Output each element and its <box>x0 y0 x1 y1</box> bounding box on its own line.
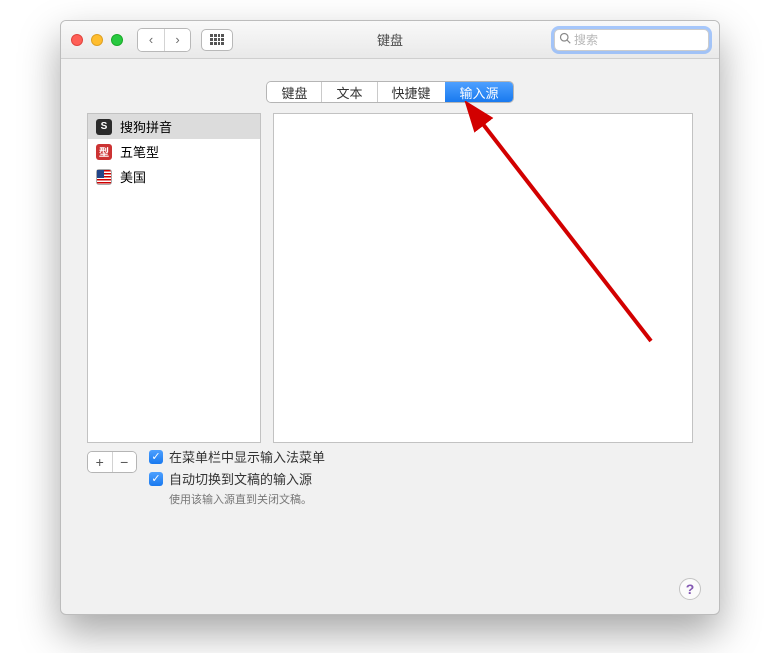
options-area: ✓ 在菜单栏中显示输入法菜单 ✓ 自动切换到文稿的输入源 使用该输入源直到关闭文… <box>149 447 325 507</box>
checkmark-icon: ✓ <box>149 472 163 486</box>
nav-forward-button[interactable]: › <box>164 29 190 51</box>
auto-switch-checkbox[interactable]: ✓ 自动切换到文稿的输入源 <box>149 469 325 488</box>
wubi-icon: 型 <box>96 144 112 160</box>
remove-source-button[interactable]: − <box>112 452 137 472</box>
content-area: 键盘 文本 快捷键 输入源 S 搜狗拼音 型 五笔型 美国 <box>61 59 719 523</box>
add-remove-control: + − <box>87 451 137 473</box>
zoom-window-button[interactable] <box>111 34 123 46</box>
nav-back-forward: ‹ › <box>137 28 191 52</box>
show-in-menu-bar-checkbox[interactable]: ✓ 在菜单栏中显示输入法菜单 <box>149 447 325 466</box>
input-sources-split: S 搜狗拼音 型 五笔型 美国 <box>87 113 693 443</box>
tab-text[interactable]: 文本 <box>321 82 376 102</box>
input-source-list[interactable]: S 搜狗拼音 型 五笔型 美国 <box>87 113 261 443</box>
us-flag-icon <box>96 169 112 185</box>
tab-shortcuts[interactable]: 快捷键 <box>377 82 445 102</box>
input-source-label: 搜狗拼音 <box>120 117 172 136</box>
titlebar: ‹ › 键盘 ✕ <box>61 21 719 59</box>
checkbox-label: 在菜单栏中显示输入法菜单 <box>169 447 325 466</box>
input-source-label: 美国 <box>120 167 146 186</box>
checkmark-icon: ✓ <box>149 450 163 464</box>
input-source-row[interactable]: 美国 <box>88 164 260 189</box>
add-source-button[interactable]: + <box>88 452 112 472</box>
search-input[interactable] <box>574 31 720 49</box>
input-source-row[interactable]: 型 五笔型 <box>88 139 260 164</box>
tab-label: 快捷键 <box>392 83 431 102</box>
tab-segmented-control: 键盘 文本 快捷键 输入源 <box>266 81 513 103</box>
minimize-window-button[interactable] <box>91 34 103 46</box>
tab-keyboard[interactable]: 键盘 <box>267 82 321 102</box>
tab-label: 输入源 <box>460 83 499 102</box>
help-button[interactable]: ? <box>679 578 701 600</box>
auto-switch-note: 使用该输入源直到关闭文稿。 <box>169 491 325 507</box>
checkbox-label: 自动切换到文稿的输入源 <box>169 469 312 488</box>
search-field-wrapper[interactable]: ✕ <box>554 29 709 51</box>
input-source-label: 五笔型 <box>120 142 159 161</box>
input-source-row[interactable]: S 搜狗拼音 <box>88 114 260 139</box>
search-icon <box>559 32 571 47</box>
show-all-button[interactable] <box>201 29 233 51</box>
grid-icon <box>210 34 224 46</box>
window-title: 键盘 <box>377 30 403 49</box>
preferences-window: ‹ › 键盘 ✕ 键盘 文本 快捷键 输入源 <box>60 20 720 615</box>
sogou-icon: S <box>96 119 112 135</box>
tab-label: 文本 <box>336 83 362 102</box>
tab-bar: 键盘 文本 快捷键 输入源 <box>87 81 693 103</box>
window-controls <box>71 34 123 46</box>
tab-label: 键盘 <box>281 83 307 102</box>
close-window-button[interactable] <box>71 34 83 46</box>
tab-input-sources[interactable]: 输入源 <box>445 82 513 102</box>
input-source-detail <box>273 113 693 443</box>
nav-back-button[interactable]: ‹ <box>138 29 164 51</box>
